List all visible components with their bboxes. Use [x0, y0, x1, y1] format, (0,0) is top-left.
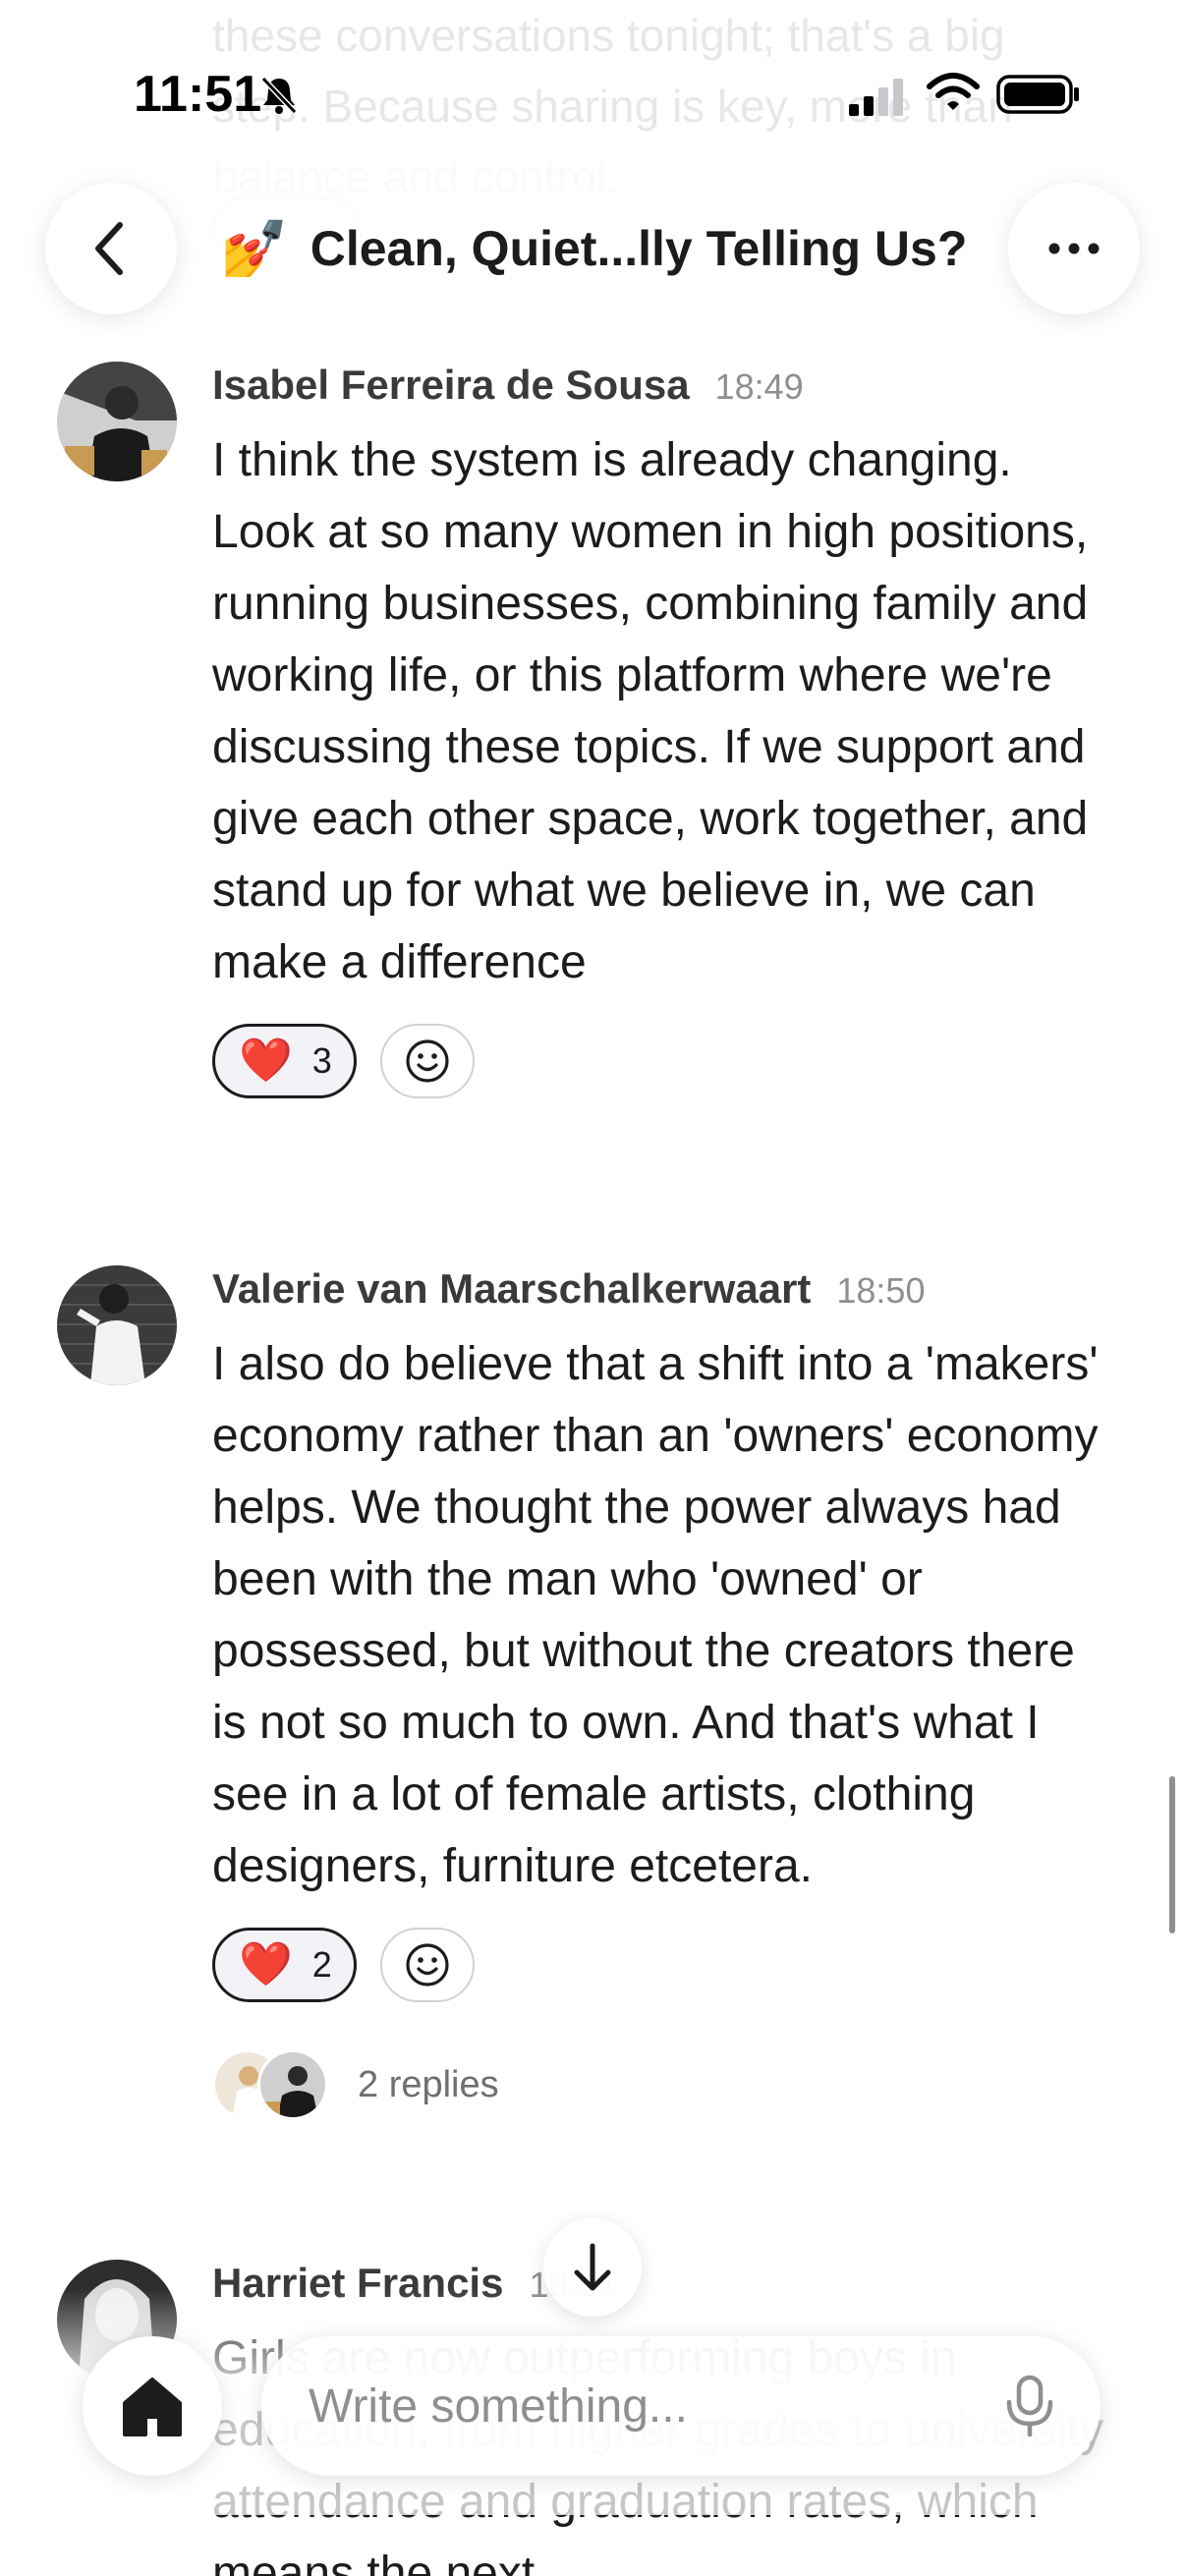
silent-bell-icon: [260, 76, 298, 115]
message-time: 18:50: [836, 1270, 926, 1311]
add-reaction-button[interactable]: [379, 1928, 475, 2002]
cellular-signal-icon: [849, 79, 903, 116]
microphone-icon[interactable]: [1002, 2375, 1057, 2437]
scrollbar[interactable]: [1169, 1776, 1175, 1933]
home-icon: [123, 2378, 182, 2436]
replies-link[interactable]: 2 replies: [212, 2049, 1116, 2120]
reply-avatars: [212, 2049, 332, 2120]
avatar[interactable]: [57, 362, 177, 481]
message-time: 18:49: [714, 366, 804, 407]
more-options-button[interactable]: [1008, 183, 1140, 314]
message-text: I think the system is already changing. …: [212, 434, 1089, 988]
arrow-down-icon: [574, 2243, 611, 2291]
heart-icon: ❤️: [239, 1940, 293, 1988]
page-title: Clean, Quiet...lly Telling Us?: [310, 221, 968, 276]
smiley-icon: [406, 1039, 449, 1083]
replies-count: 2 replies: [358, 2063, 499, 2105]
thread-title[interactable]: 💅 Clean, Quiet...lly Telling Us?: [220, 214, 987, 283]
wifi-icon: [927, 73, 980, 110]
back-button[interactable]: [45, 183, 177, 314]
avatar[interactable]: [57, 1265, 177, 1385]
author-name[interactable]: Valerie van Maarschalkerwaart: [212, 1265, 811, 1313]
battery-icon: [996, 75, 1079, 114]
smiley-icon: [406, 1943, 449, 1987]
reaction-count: 2: [311, 1944, 332, 1985]
message-text: I also do believe that a shift into a 'm…: [212, 1338, 1099, 1892]
status-time: 11:51: [134, 66, 262, 123]
heart-icon: ❤️: [239, 1036, 293, 1085]
chevron-left-icon: [95, 222, 123, 275]
more-dots-icon: [1048, 243, 1100, 254]
scroll-to-bottom-button[interactable]: [543, 2218, 642, 2317]
compose-bar: [261, 2336, 1100, 2476]
author-name[interactable]: Isabel Ferreira de Sousa: [212, 362, 690, 409]
reaction-count: 3: [311, 1040, 332, 1081]
reply-avatar: [257, 2049, 328, 2120]
add-reaction-button[interactable]: [379, 1024, 475, 1098]
heart-reaction-button[interactable]: ❤️ 3: [212, 1024, 357, 1098]
heart-reaction-button[interactable]: ❤️ 2: [212, 1928, 357, 2002]
nail-polish-icon: 💅: [220, 217, 289, 279]
home-button[interactable]: [83, 2336, 222, 2476]
status-bar: 11:51: [0, 0, 1185, 187]
message-input[interactable]: [309, 2379, 1002, 2434]
